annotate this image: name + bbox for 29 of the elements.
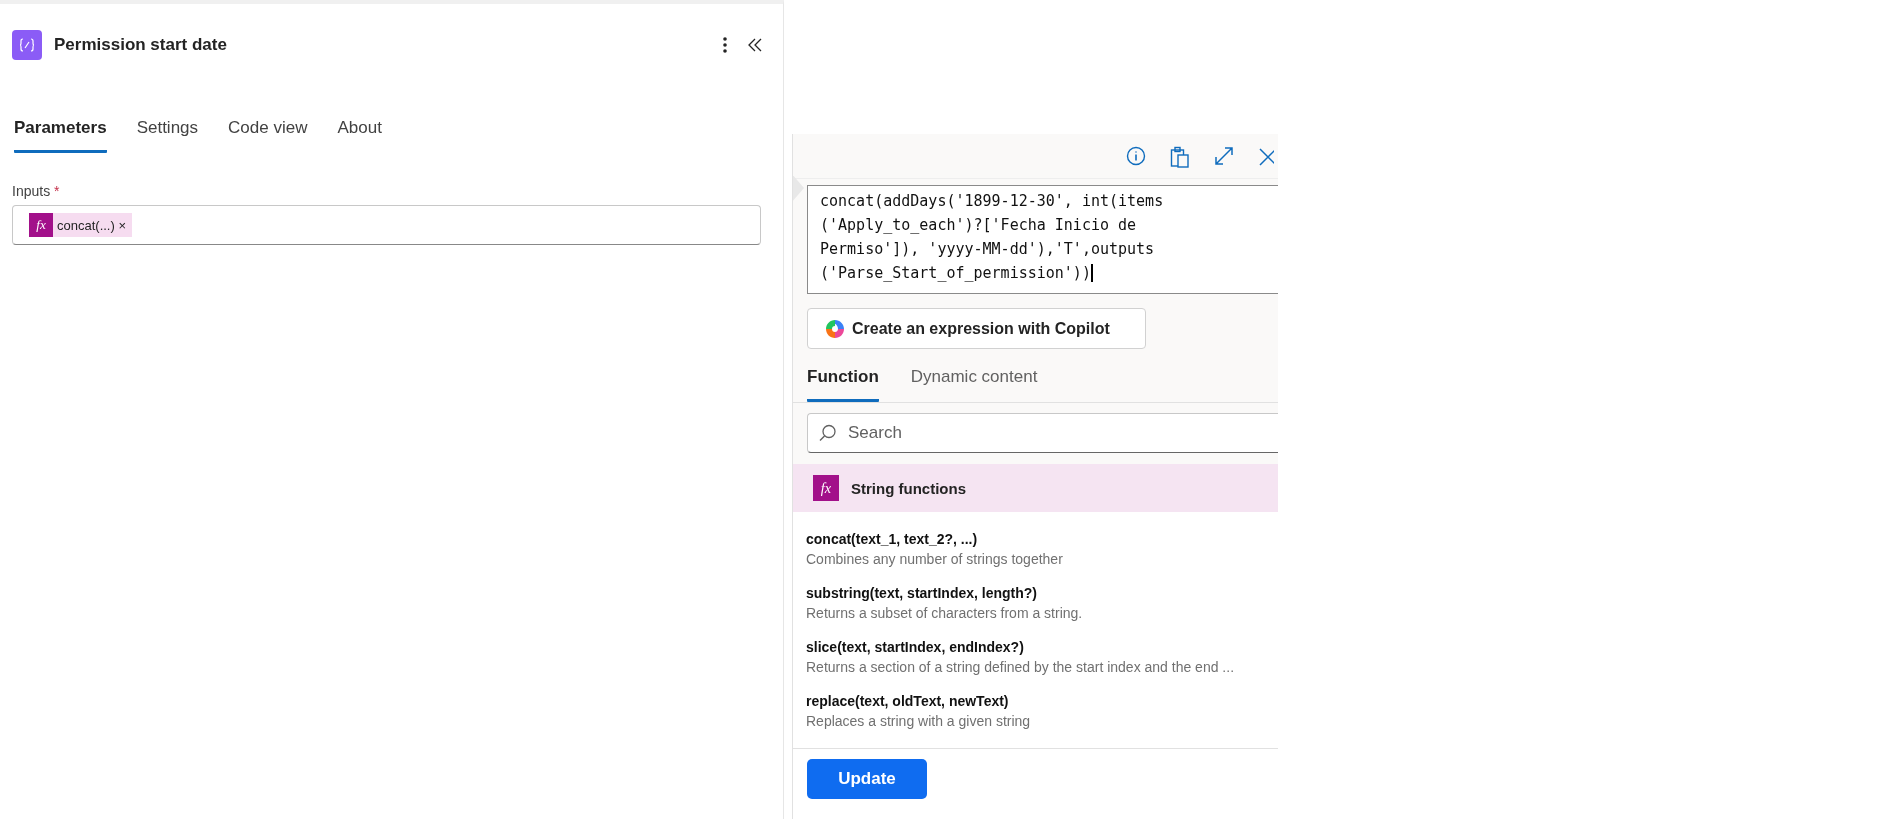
update-button[interactable]: Update	[807, 759, 927, 799]
function-signature[interactable]: substring(text, startIndex, length?)	[806, 585, 1265, 601]
copilot-button[interactable]: Create an expression with Copilot	[807, 308, 1146, 350]
variable-icon	[12, 30, 42, 60]
tab[interactable]: Settings	[136, 118, 199, 153]
copilot-icon	[824, 317, 846, 340]
tab[interactable]: Code view	[228, 118, 308, 153]
inputs-label: Inputs *	[11, 182, 61, 201]
panel-title: Permission start date	[54, 35, 228, 55]
expression-token[interactable]: fx concat(...) ×	[29, 213, 132, 237]
tab[interactable]: Function	[807, 367, 879, 403]
double-chevron-icon	[747, 37, 763, 53]
expression-input[interactable]: concat(addDays('1899-12-30', int(items ('Apply_to_each')?['Fecha Inicio de Permiso']), 'yyyy-MM-dd'),'T',outputs ('Parse_Start_of_permission'))	[807, 185, 1278, 295]
more-icon	[723, 37, 727, 53]
function-signature[interactable]: concat(text_1, text_2?, ...)	[806, 531, 1265, 547]
tab[interactable]: Dynamic content	[910, 367, 1038, 403]
function-description: Combines any number of strings together	[806, 551, 1064, 567]
search-field[interactable]: Search	[807, 413, 1278, 454]
function-description: Replaces a string with a given string	[806, 713, 1032, 729]
category-header[interactable]: fx String functions	[793, 464, 1278, 512]
function-signature[interactable]: slice(text, startIndex, endIndex?)	[806, 639, 1265, 655]
function-icon: fx	[813, 475, 839, 502]
function-description: Returns a section of a string defined by the start index and the end ...	[806, 659, 1236, 675]
search-icon	[819, 424, 837, 443]
function-description: Returns a subset of characters from a string.	[806, 605, 1084, 621]
tab[interactable]: Parameters	[14, 118, 107, 153]
tab[interactable]: About	[337, 118, 382, 153]
function-signature[interactable]: replace(text, oldText, newText)	[806, 693, 1265, 709]
inputs-field[interactable]: fx concat(...) ×	[12, 205, 761, 245]
